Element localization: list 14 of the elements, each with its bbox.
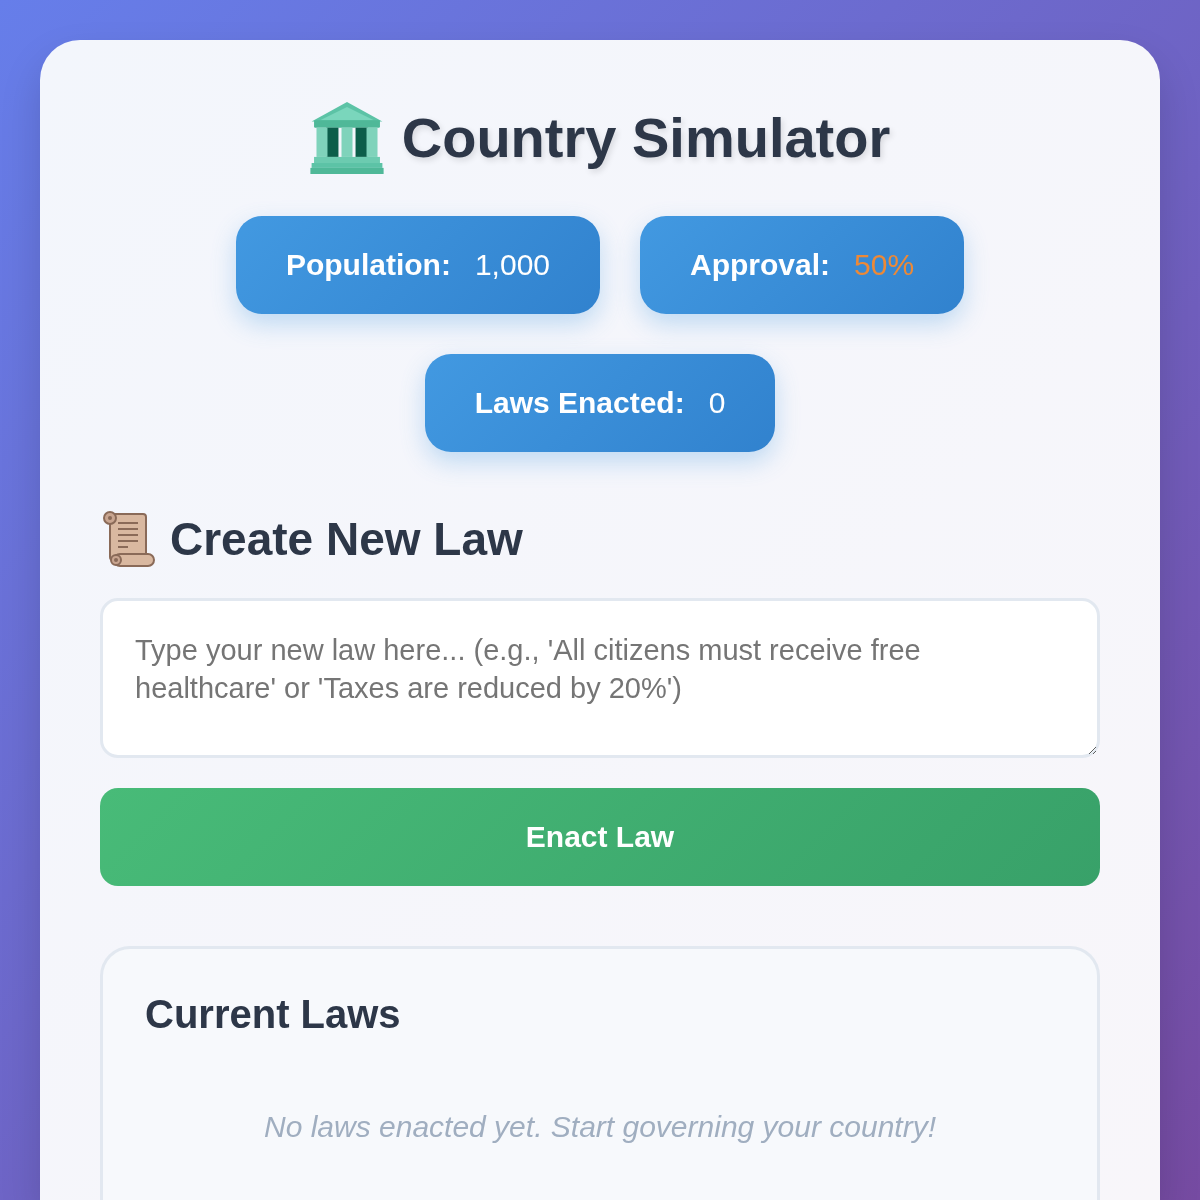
empty-message: No laws enacted yet. Start governing your country!	[263, 1109, 937, 1145]
law-input[interactable]: Type your new law here... (e.g., 'All citizens must receive free healthcare' or 'Taxes are reduced by 20%')	[100, 598, 1100, 758]
stat-value: 1,000	[474, 248, 550, 282]
panel-heading: Current Laws	[145, 991, 402, 1038]
classical-building-icon	[309, 102, 384, 174]
stat-label: Laws Enacted:	[474, 386, 685, 420]
section-heading: Create New Law	[170, 512, 523, 567]
stat-label: Approval:	[690, 248, 830, 282]
stat-label: Population:	[285, 248, 451, 282]
scroll-icon	[100, 510, 156, 568]
stat-value: 50%	[854, 248, 915, 282]
enact-law-button[interactable]: Enact Law	[100, 788, 1100, 886]
stat-value: 0	[708, 386, 726, 420]
app-title: Country Simulator	[401, 105, 891, 171]
